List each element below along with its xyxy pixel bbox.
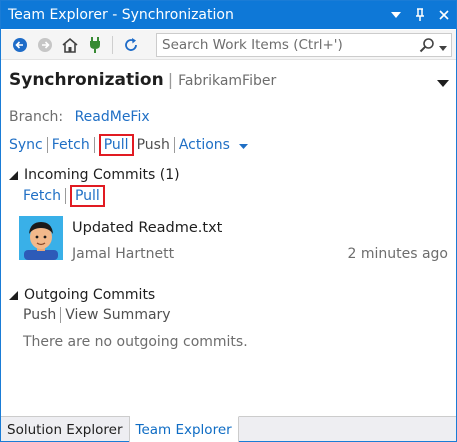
toolbar xyxy=(1,30,456,60)
page-subtitle: FabrikamFiber xyxy=(178,73,277,89)
action-links: Sync Fetch Pull Push Actions xyxy=(9,134,249,156)
page-title: Synchronization xyxy=(9,70,164,90)
outgoing-links: Push View Summary xyxy=(23,305,171,325)
no-outgoing-commits-message: There are no outgoing commits. xyxy=(23,334,248,350)
actions-menu-link[interactable]: Actions xyxy=(179,137,249,153)
dropdown-arrow-icon[interactable] xyxy=(384,1,408,29)
team-explorer-window: Team Explorer - Synchronization Search W… xyxy=(0,0,457,442)
title-bar: Team Explorer - Synchronization xyxy=(1,1,456,29)
search-icon[interactable] xyxy=(419,37,435,57)
collapse-triangle-icon[interactable] xyxy=(9,170,18,180)
refresh-icon[interactable] xyxy=(120,34,142,56)
view-summary-text: View Summary xyxy=(65,307,171,323)
search-dropdown-icon[interactable] xyxy=(439,40,447,55)
pin-icon[interactable] xyxy=(408,1,432,29)
page-header: Synchronization | FabrikamFiber xyxy=(9,70,276,90)
fetch-link[interactable]: Fetch xyxy=(52,137,90,153)
link-separator xyxy=(93,137,95,153)
incoming-links: Fetch Pull xyxy=(23,185,105,207)
push-text: Push xyxy=(136,137,170,153)
link-separator xyxy=(60,307,62,323)
window-title: Team Explorer - Synchronization xyxy=(8,7,234,23)
commit-message[interactable]: Updated Readme.txt xyxy=(72,220,222,236)
avatar xyxy=(19,216,63,260)
bottom-tab-strip: Solution Explorer Team Explorer xyxy=(1,416,456,442)
pull-link[interactable]: Pull xyxy=(98,134,134,156)
branch-row: Branch: ReadMeFix xyxy=(9,109,150,125)
incoming-commits-header[interactable]: Incoming Commits (1) xyxy=(9,167,180,183)
outgoing-commits-title: Outgoing Commits xyxy=(24,287,156,303)
header-separator: | xyxy=(167,70,174,89)
connect-plug-icon[interactable] xyxy=(84,34,106,56)
incoming-fetch-link[interactable]: Fetch xyxy=(23,188,61,204)
chevron-down-icon xyxy=(239,137,249,153)
link-separator xyxy=(46,137,48,153)
search-input[interactable] xyxy=(157,37,407,53)
tab-team-explorer[interactable]: Team Explorer xyxy=(129,416,239,442)
forward-arrow-icon[interactable] xyxy=(34,34,56,56)
header-dropdown-icon[interactable] xyxy=(437,76,449,87)
link-separator xyxy=(64,188,66,204)
incoming-commits-title: Incoming Commits (1) xyxy=(24,167,180,183)
actions-label: Actions xyxy=(178,137,230,153)
close-icon[interactable] xyxy=(432,1,456,29)
sync-link[interactable]: Sync xyxy=(9,137,43,153)
link-separator xyxy=(173,137,175,153)
search-box[interactable] xyxy=(156,33,452,57)
outgoing-push-text: Push xyxy=(23,307,57,323)
commit-author: Jamal Hartnett xyxy=(72,246,175,262)
incoming-pull-link[interactable]: Pull xyxy=(69,185,105,207)
branch-label: Branch: xyxy=(9,109,64,125)
branch-link[interactable]: ReadMeFix xyxy=(75,109,150,125)
home-icon[interactable] xyxy=(59,34,81,56)
toolbar-separator xyxy=(112,35,113,54)
commit-item[interactable]: Updated Readme.txt Jamal Hartnett 2 minu… xyxy=(19,216,449,266)
tab-solution-explorer[interactable]: Solution Explorer xyxy=(1,417,130,442)
outgoing-commits-header[interactable]: Outgoing Commits xyxy=(9,287,155,303)
back-arrow-icon[interactable] xyxy=(9,34,31,56)
commit-time: 2 minutes ago xyxy=(347,246,448,262)
collapse-triangle-icon[interactable] xyxy=(9,290,18,300)
